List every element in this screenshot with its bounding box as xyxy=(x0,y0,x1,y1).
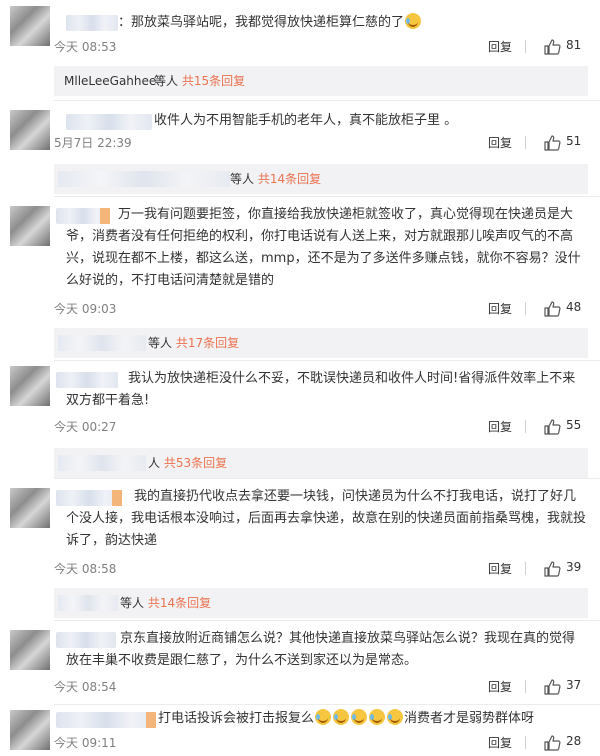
tears-of-joy-emoji-icon xyxy=(387,709,404,725)
comment-text: 打电话投诉会被打击报复么 消费者才是弱势群体呀 xyxy=(158,709,535,726)
avatar[interactable] xyxy=(10,206,50,246)
thumbs-up-icon xyxy=(544,135,561,151)
like-button[interactable]: 37 xyxy=(540,678,590,696)
like-button[interactable]: 28 xyxy=(540,734,590,752)
reply-button[interactable]: 回复 xyxy=(488,734,512,751)
thread-username[interactable] xyxy=(58,335,146,351)
divider xyxy=(525,680,526,693)
tears-of-joy-emoji-icon xyxy=(351,709,368,725)
thread-suffix: 等人 xyxy=(154,74,179,88)
comment-item: 打电话投诉会被打击报复么 消费者才是弱势群体呀 今天 09:11 回复 28 xyxy=(0,704,600,756)
reply-thread[interactable]: 等人 共17条回复 xyxy=(54,328,588,358)
avatar[interactable] xyxy=(10,366,50,406)
timestamp: 今天 00:27 xyxy=(54,420,117,434)
comment-text: 收件人为不用智能手机的老年人，真不能放柜子里 。 xyxy=(154,113,458,128)
comment-text: 我的直接扔代收点去拿还要一块钱，问快递员为什么不打我电话，说打了好几个没人接，我… xyxy=(66,489,587,548)
comment-item: 京东直接放附近商铺怎么说？其他快递直接放菜鸟驿站怎么说？我现在真的觉得放在丰巢不… xyxy=(0,620,600,704)
reply-button[interactable]: 回复 xyxy=(488,560,512,577)
reply-button[interactable]: 回复 xyxy=(488,38,512,55)
thread-suffix: 人 xyxy=(148,456,161,470)
reply-thread[interactable]: MlleLeeGahhee 等人 共15条回复 xyxy=(54,66,588,96)
view-replies-link[interactable]: 共14条回复 xyxy=(258,172,321,186)
timestamp: 今天 08:58 xyxy=(54,562,117,576)
like-count: 37 xyxy=(566,678,582,692)
like-count: 51 xyxy=(566,134,582,148)
comment-item: 我认为放快递柜没什么不妥，不耽误快递员和收件人时间!省得派件效率上不来双方都干着… xyxy=(0,360,600,478)
like-button[interactable]: 81 xyxy=(540,38,590,56)
reply-thread[interactable]: 等人 共14条回复 xyxy=(54,164,588,194)
tears-of-joy-emoji-icon xyxy=(369,709,386,725)
username[interactable] xyxy=(66,114,152,130)
comment-item: 万一我有问题要拒签，你直接给我放快递柜就签收了，真心觉得现在快递员是大爷，消费者… xyxy=(0,196,600,360)
thumbs-up-icon xyxy=(544,39,561,55)
like-button[interactable]: 55 xyxy=(540,418,590,436)
thread-username[interactable] xyxy=(58,595,118,611)
reply-thread[interactable]: 等人 共14条回复 xyxy=(54,588,588,618)
view-replies-link[interactable]: 共15条回复 xyxy=(182,74,245,88)
thread-suffix: 等人 xyxy=(148,336,173,350)
tears-of-joy-emoji-icon xyxy=(333,709,350,725)
tears-of-joy-emoji-icon xyxy=(315,709,332,725)
avatar[interactable] xyxy=(10,710,50,750)
avatar[interactable] xyxy=(10,6,50,46)
reply-button[interactable]: 回复 xyxy=(488,134,512,151)
thread-suffix: 等人 xyxy=(230,172,255,186)
like-button[interactable]: 51 xyxy=(540,134,590,152)
thread-username[interactable]: MlleLeeGahhee xyxy=(64,66,156,96)
like-button[interactable]: 39 xyxy=(540,560,590,578)
comment-meta: 今天 08:58 回复 39 xyxy=(54,560,590,578)
comment-text: 京东直接放附近商铺怎么说？其他快递直接放菜鸟驿站怎么说？我现在真的觉得放在丰巢不… xyxy=(66,631,576,668)
timestamp: 今天 08:53 xyxy=(54,40,117,54)
view-replies-link[interactable]: 共53条回复 xyxy=(164,456,227,470)
reply-button[interactable]: 回复 xyxy=(488,418,512,435)
avatar[interactable] xyxy=(10,110,50,150)
timestamp: 今天 09:11 xyxy=(54,736,117,750)
divider xyxy=(525,136,526,149)
reply-thread[interactable]: 人 共53条回复 xyxy=(54,448,588,478)
comment-meta: 今天 08:54 回复 37 xyxy=(54,678,590,696)
comment-meta: 今天 08:53 回复 81 xyxy=(54,38,590,56)
timestamp: 今天 08:54 xyxy=(54,680,117,694)
thumbs-up-icon xyxy=(544,561,561,577)
thumbs-up-icon xyxy=(544,301,561,317)
like-count: 39 xyxy=(566,560,582,574)
avatar[interactable] xyxy=(10,488,50,528)
comment-text: ：那放菜鸟驿站呢，我都觉得放快递柜算仁慈的了 xyxy=(118,12,586,34)
comment-item: 我的直接扔代收点去拿还要一块钱，问快递员为什么不打我电话，说打了好几个没人接，我… xyxy=(0,478,600,620)
username[interactable] xyxy=(56,712,156,728)
thread-username[interactable] xyxy=(58,171,230,187)
avatar[interactable] xyxy=(10,630,50,670)
thumbs-up-icon xyxy=(544,735,561,751)
comment-meta: 今天 09:03 回复 48 xyxy=(54,300,590,318)
like-count: 28 xyxy=(566,734,582,748)
comment-text: 万一我有问题要拒签，你直接给我放快递柜就签收了，真心觉得现在快递员是大爷，消费者… xyxy=(66,207,581,288)
comment-meta: 今天 00:27 回复 55 xyxy=(54,418,590,436)
divider xyxy=(525,736,526,749)
view-replies-link[interactable]: 共17条回复 xyxy=(176,336,239,350)
divider xyxy=(525,40,526,53)
divider xyxy=(525,562,526,575)
username[interactable] xyxy=(66,15,118,31)
divider xyxy=(525,420,526,433)
thumbs-up-icon xyxy=(544,679,561,695)
comment-item: ：那放菜鸟驿站呢，我都觉得放快递柜算仁慈的了 今天 08:53 回复 81 Ml… xyxy=(0,0,600,100)
divider xyxy=(525,302,526,315)
tears-of-joy-emoji-icon xyxy=(405,13,422,29)
like-button[interactable]: 48 xyxy=(540,300,590,318)
thumbs-up-icon xyxy=(544,419,561,435)
like-count: 81 xyxy=(566,38,582,52)
view-replies-link[interactable]: 共14条回复 xyxy=(148,596,211,610)
comment-text: 我认为放快递柜没什么不妥，不耽误快递员和收件人时间!省得派件效率上不来双方都干着… xyxy=(66,371,576,408)
timestamp: 5月7日 22:39 xyxy=(54,136,132,150)
like-count: 55 xyxy=(566,418,582,432)
comment-meta: 今天 09:11 回复 28 xyxy=(54,734,590,752)
timestamp: 今天 09:03 xyxy=(54,302,117,316)
like-count: 48 xyxy=(566,300,582,314)
thread-suffix: 等人 xyxy=(120,596,145,610)
comment-item: 收件人为不用智能手机的老年人，真不能放柜子里 。 5月7日 22:39 回复 5… xyxy=(0,100,600,196)
reply-button[interactable]: 回复 xyxy=(488,678,512,695)
reply-button[interactable]: 回复 xyxy=(488,300,512,317)
comment-meta: 5月7日 22:39 回复 51 xyxy=(54,134,590,152)
thread-username[interactable] xyxy=(58,455,146,471)
